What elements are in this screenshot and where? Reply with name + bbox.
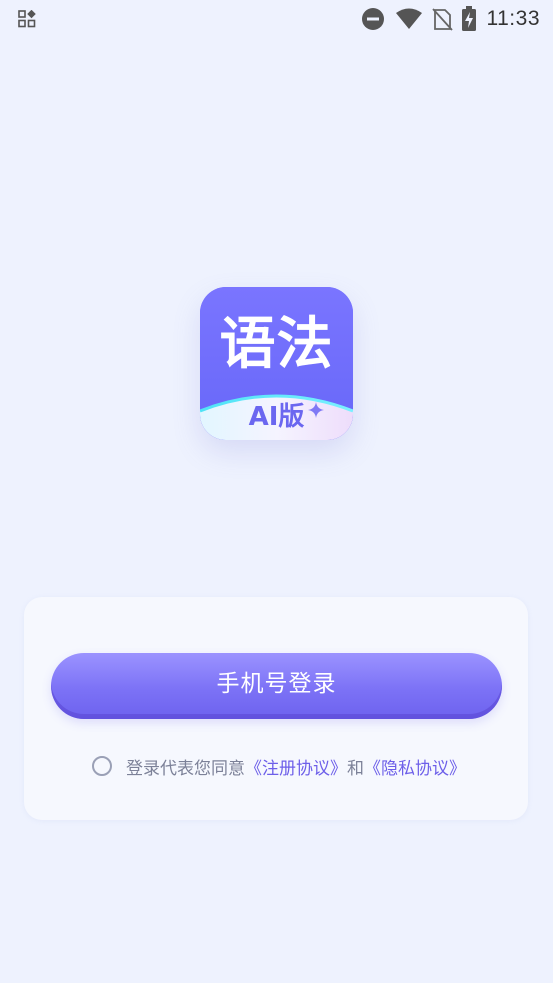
do-not-disturb-icon [361, 7, 385, 31]
sparkle-icon [308, 402, 324, 422]
notification-grid-icon [18, 9, 36, 28]
phone-login-button[interactable]: 手机号登录 [51, 653, 502, 719]
agreement-checkbox[interactable] [92, 756, 112, 776]
no-sim-icon [431, 7, 453, 31]
status-bar: 11:33 [0, 0, 553, 38]
agreement-connector: 和 [347, 758, 364, 779]
status-time: 11:33 [486, 7, 540, 30]
status-icons: 11:33 [361, 6, 541, 32]
terms-link[interactable]: 《注册协议》 [245, 754, 347, 779]
agreement-row: 登录代表您同意 《注册协议》 和 《隐私协议》 [92, 752, 466, 780]
battery-charging-icon [461, 6, 477, 32]
wifi-icon [395, 8, 423, 30]
app-logo: 语法 AI版 [200, 287, 353, 440]
privacy-link[interactable]: 《隐私协议》 [364, 754, 466, 779]
logo-subtitle: AI版 [248, 402, 305, 432]
agreement-prefix: 登录代表您同意 [126, 758, 245, 779]
